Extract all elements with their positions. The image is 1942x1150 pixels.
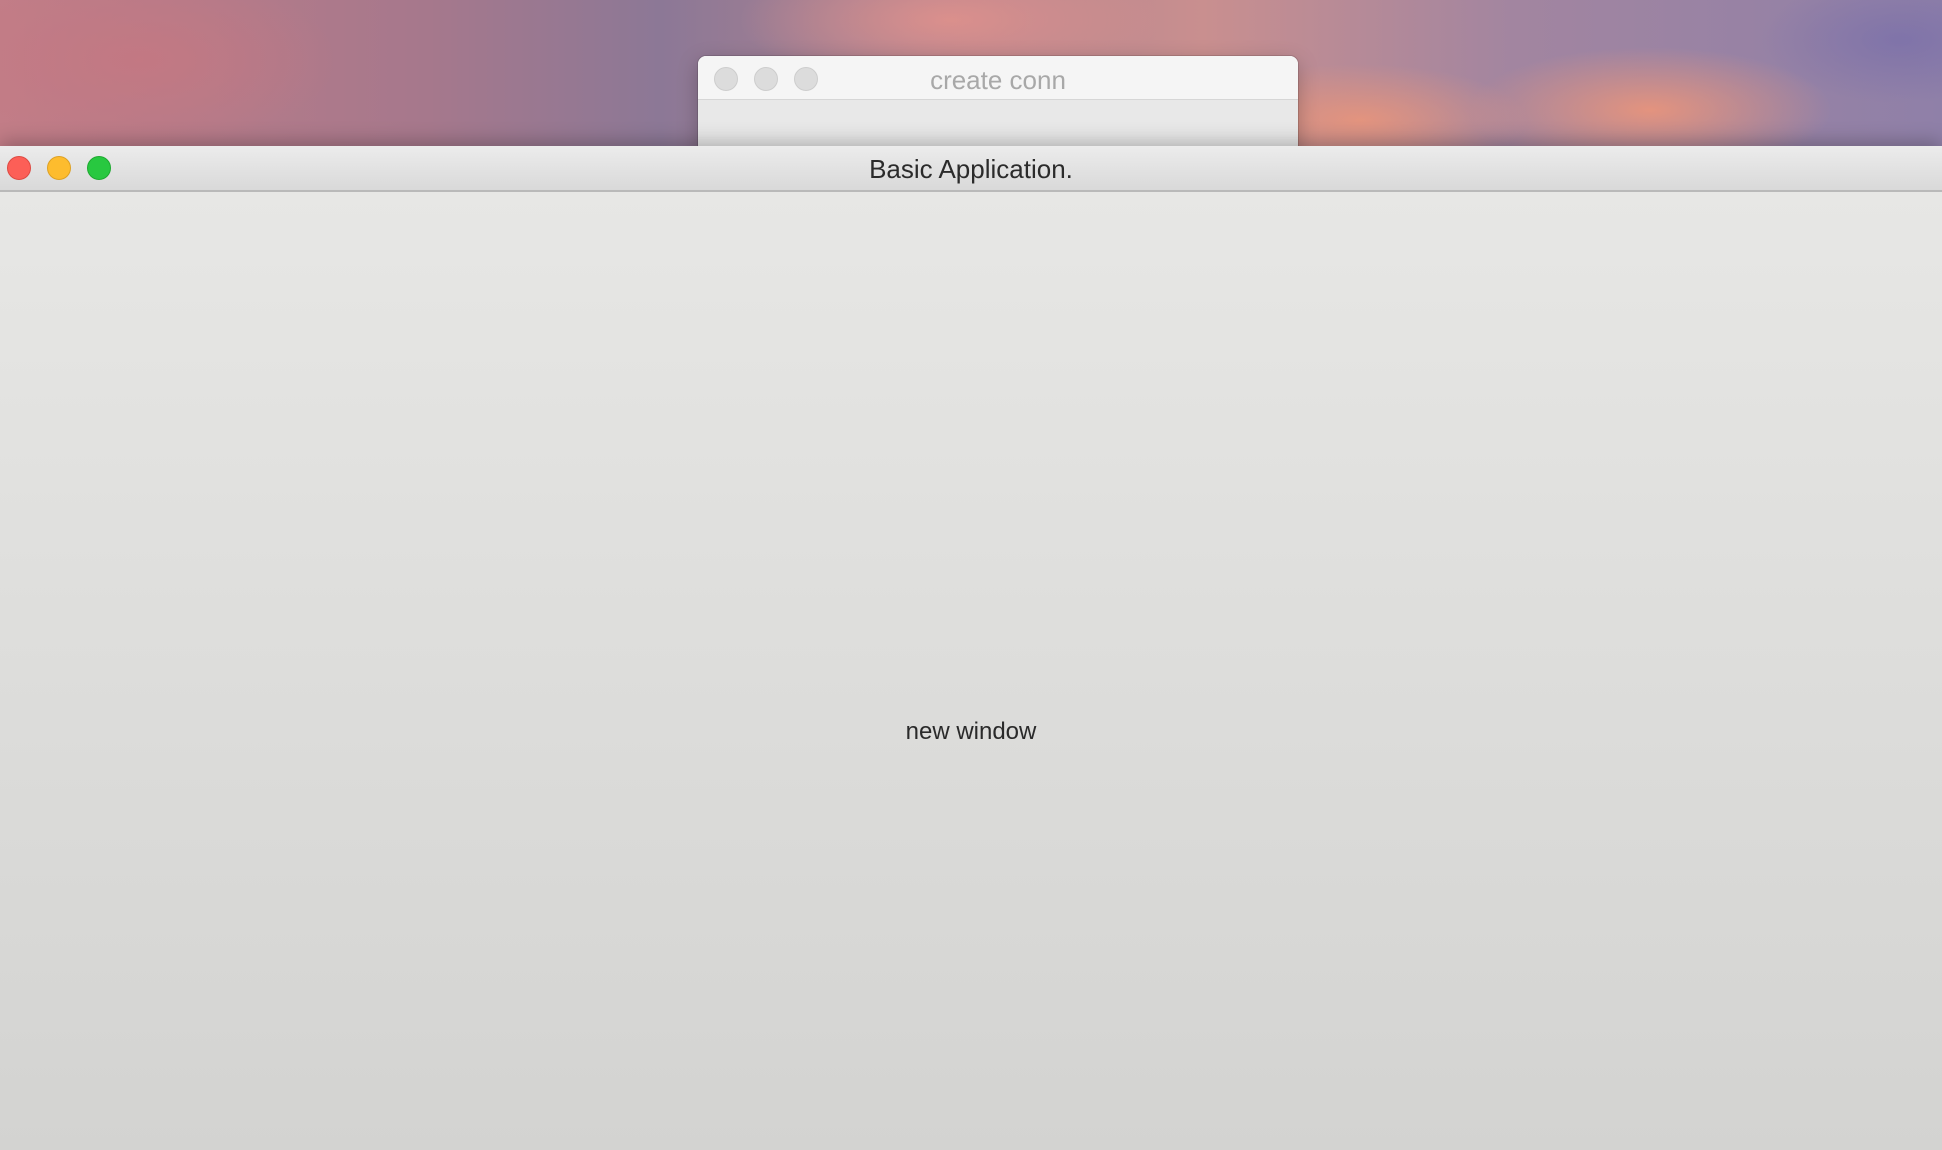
main-titlebar[interactable]: Basic Application. — [0, 146, 1942, 192]
create-conn-window-title: create conn — [930, 65, 1066, 95]
window-content: new window — [0, 192, 1942, 1150]
create-conn-titlebar[interactable]: create conn — [698, 56, 1298, 100]
window-title: Basic Application. — [869, 154, 1073, 184]
content-label: new window — [905, 718, 1037, 745]
basic-application-window[interactable]: Basic Application. new window — [0, 146, 1942, 1150]
